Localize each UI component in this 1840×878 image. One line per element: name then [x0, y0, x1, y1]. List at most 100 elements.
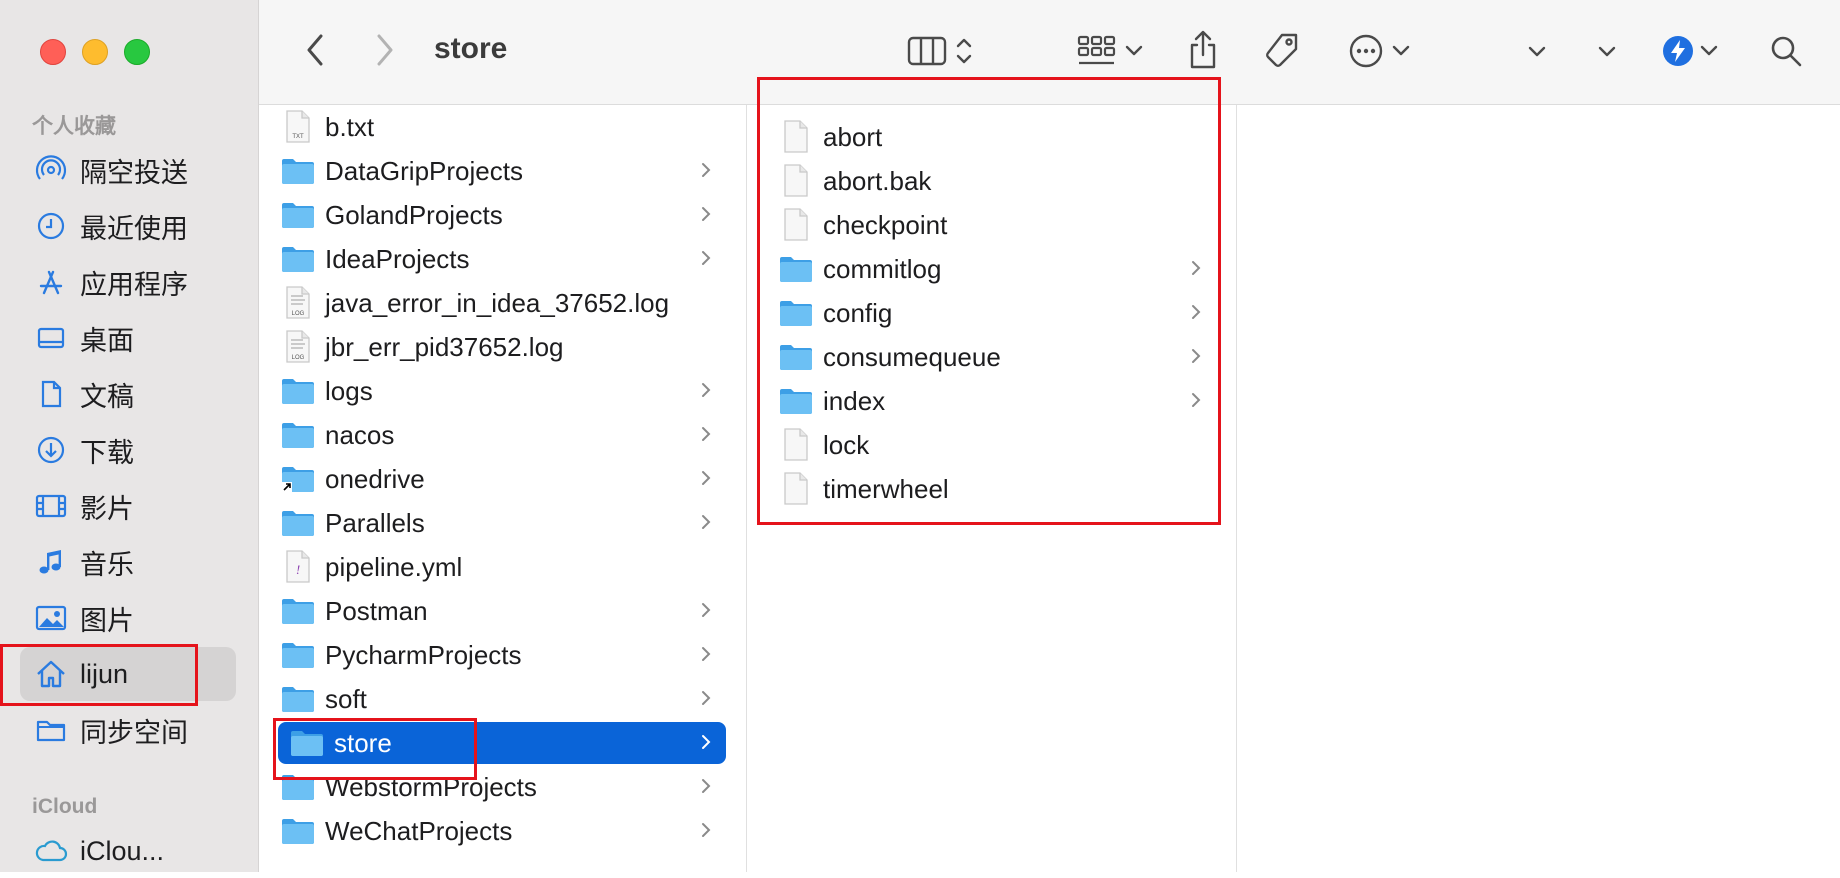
sidebar-item-label: 下载 [80, 437, 134, 468]
list-item-onedrive[interactable]: onedrive [281, 458, 726, 500]
list-item-wechatprojects[interactable]: WeChatProjects [281, 810, 726, 852]
sidebar-item-home[interactable]: lijun [20, 647, 236, 701]
list-item-java-error-log[interactable]: LOG java_error_in_idea_37652.log [281, 282, 726, 324]
sidebar-item-sync-space[interactable]: 同步空间 [20, 703, 236, 757]
extension-dropdown-2[interactable] [1592, 40, 1622, 64]
sidebar-item-label: 影片 [80, 493, 134, 524]
sidebar-item-pictures[interactable]: 图片 [20, 591, 236, 645]
folder-icon [281, 154, 315, 188]
folder-icon [779, 340, 813, 374]
sidebar-item-desktop[interactable]: 桌面 [20, 311, 236, 365]
list-item-abort-bak[interactable]: abort.bak [779, 160, 1216, 202]
list-item-b-txt[interactable]: TXT b.txt [281, 106, 726, 148]
item-name: abort.bak [823, 165, 932, 196]
folder-icon [281, 374, 315, 408]
list-item-checkpoint[interactable]: checkpoint [779, 204, 1216, 246]
forward-button[interactable] [369, 30, 401, 70]
item-name: PycharmProjects [325, 639, 522, 670]
favorites-heading: 个人收藏 [32, 115, 116, 138]
item-name: WebstormProjects [325, 771, 537, 802]
item-name: b.txt [325, 111, 375, 142]
item-name: logs [325, 375, 373, 406]
chevron-right-icon [702, 163, 711, 177]
sidebar-item-music[interactable]: 音乐 [20, 535, 236, 589]
column-empty [1237, 105, 1840, 872]
chevron-right-icon [377, 34, 393, 66]
sidebar-item-label: iClou... [80, 835, 165, 866]
item-name: soft [325, 683, 367, 714]
svg-text:TXT: TXT [292, 134, 304, 140]
share-button[interactable] [1181, 27, 1225, 73]
file-icon [779, 472, 813, 506]
list-item-logs[interactable]: logs [281, 370, 726, 412]
list-item-postman[interactable]: Postman [281, 590, 726, 632]
folder-icon [281, 770, 315, 804]
item-name: consumequeue [823, 341, 1001, 372]
sidebar-item-downloads[interactable]: 下载 [20, 423, 236, 477]
zoom-button[interactable] [124, 39, 150, 65]
icloud-heading: iCloud [32, 795, 98, 818]
extension-dropdown-1[interactable] [1522, 40, 1552, 64]
file-icon [779, 164, 813, 198]
list-item-golandprojects[interactable]: GolandProjects [281, 194, 726, 236]
sidebar-item-documents[interactable]: 文稿 [20, 367, 236, 421]
chevron-right-icon [702, 383, 711, 397]
list-item-pipeline-yml[interactable]: ! pipeline.yml [281, 546, 726, 588]
toolbar: store [259, 0, 1840, 105]
list-item-config[interactable]: config [779, 292, 1216, 334]
sidebar-item-label: 图片 [80, 605, 134, 636]
extension-button[interactable] [1660, 31, 1720, 71]
sidebar-item-recents[interactable]: 最近使用 [20, 199, 236, 253]
list-item-timerwheel[interactable]: timerwheel [779, 468, 1216, 510]
folder-icon [34, 713, 68, 747]
list-item-index[interactable]: index [779, 380, 1216, 422]
minimize-button[interactable] [82, 39, 108, 65]
list-item-lock[interactable]: lock [779, 424, 1216, 466]
chevron-right-icon [1192, 349, 1201, 363]
share-icon [1190, 30, 1216, 69]
folder-icon [281, 814, 315, 848]
search-button[interactable] [1766, 31, 1806, 71]
sidebar-item-applications[interactable]: 应用程序 [20, 255, 236, 309]
film-icon [34, 489, 68, 523]
list-item-ideaprojects[interactable]: IdeaProjects [281, 238, 726, 280]
sidebar-item-icloud[interactable]: iClou... [20, 824, 236, 878]
music-icon [34, 545, 68, 579]
list-item-parallels[interactable]: Parallels [281, 502, 726, 544]
item-name: index [823, 385, 886, 416]
more-actions-button[interactable] [1344, 31, 1414, 71]
sidebar-item-label: 应用程序 [80, 269, 188, 300]
back-button[interactable] [299, 30, 331, 70]
item-name: IdeaProjects [325, 243, 470, 274]
list-item-abort[interactable]: abort [779, 116, 1216, 158]
item-name: GolandProjects [325, 199, 503, 230]
list-item-jbr-err-log[interactable]: LOG jbr_err_pid37652.log [281, 326, 726, 368]
folder-icon [281, 638, 315, 672]
tags-button[interactable] [1259, 28, 1305, 74]
list-item-datagripprojects[interactable]: DataGripProjects [281, 150, 726, 192]
sidebar-item-movies[interactable]: 影片 [20, 479, 236, 533]
window-title: store [434, 32, 508, 65]
chevron-right-icon [702, 427, 711, 441]
close-button[interactable] [40, 39, 66, 65]
list-item-webstormprojects[interactable]: WebstormProjects [281, 766, 726, 808]
list-item-soft[interactable]: soft [281, 678, 726, 720]
list-item-store[interactable]: store [278, 722, 726, 764]
chevron-right-icon [1192, 393, 1201, 407]
list-item-consumequeue[interactable]: consumequeue [779, 336, 1216, 378]
icloud-icon [34, 834, 68, 868]
item-name: Postman [325, 595, 428, 626]
list-item-commitlog[interactable]: commitlog [779, 248, 1216, 290]
item-name: WeChatProjects [325, 815, 513, 846]
item-name: checkpoint [823, 209, 948, 240]
chevron-right-icon [702, 603, 711, 617]
list-item-nacos[interactable]: nacos [281, 414, 726, 456]
group-button[interactable] [1070, 31, 1150, 71]
file-icon [779, 120, 813, 154]
chevron-down-icon [1125, 45, 1143, 56]
search-icon [1771, 36, 1802, 67]
chevron-right-icon [702, 823, 711, 837]
view-mode-button[interactable] [900, 31, 980, 71]
list-item-pycharmprojects[interactable]: PycharmProjects [281, 634, 726, 676]
sidebar-item-airdrop[interactable]: 隔空投送 [20, 143, 236, 197]
